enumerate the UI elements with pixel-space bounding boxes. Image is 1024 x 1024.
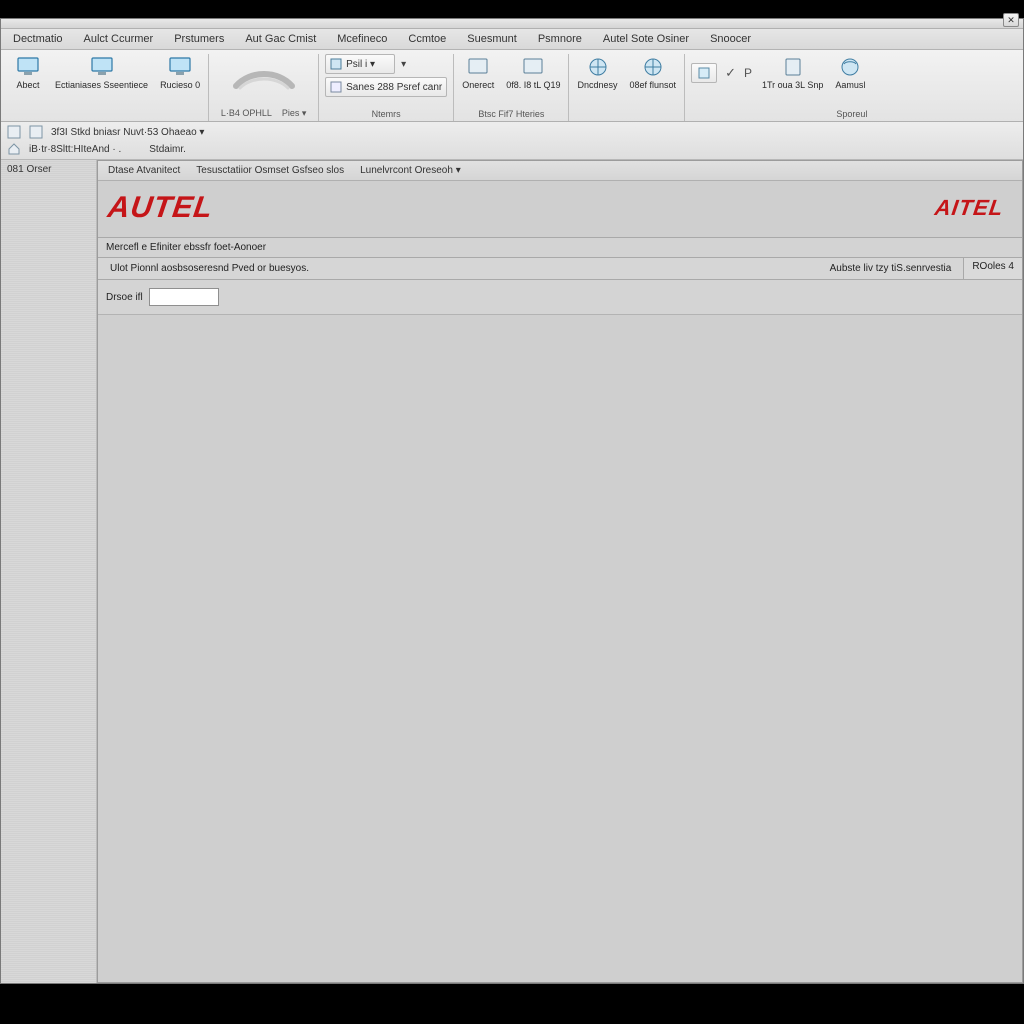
window-close-button[interactable]: ✕ (1003, 13, 1019, 27)
info-row-right: Aubste liv tzy tiS.senrvestia (830, 263, 952, 274)
ribbon-group-caption: Btsc Fif7 Hteries (460, 107, 562, 119)
menu-autelsote[interactable]: Autel Sote Osiner (593, 29, 700, 49)
drsoe-input[interactable] (149, 288, 219, 306)
left-sidebar-label: 081 Orser (1, 160, 96, 179)
subtab-0[interactable]: Dtase Atvanitect (108, 165, 180, 176)
toolbar2-text-a: iB·tr·8Sltt:HIteAnd · . (29, 144, 121, 155)
ribbon-btn-label: Ectianiases Sseentiece (55, 80, 148, 90)
sheet-icon (7, 125, 21, 139)
ribbon-group-4: Dncdnesy 08ef flunsot (569, 54, 685, 121)
section-header: Mercefl e Efiniter ebssfr foet-Aonoer (98, 237, 1022, 258)
home-icon (7, 142, 21, 156)
ribbon-btn-aamusl[interactable]: Aamusl (833, 54, 867, 92)
brand-bar: AUTEL AITEL (98, 181, 1022, 237)
ribbon-btn-troua[interactable]: 1Tr oua 3L Snp (760, 54, 825, 92)
globe-sync-icon (838, 56, 862, 78)
ribbon-btn-label: Rucieso 0 (160, 80, 200, 90)
toolbar2-text-b: Stdaimr. (149, 144, 186, 155)
brand-logo-right: AITEL (934, 195, 1006, 221)
menu-psmnore[interactable]: Psmnore (528, 29, 593, 49)
ribbon-combo-main[interactable]: Sanes 288 Psref canr (325, 77, 447, 97)
check-icon[interactable]: ✓ (725, 65, 736, 81)
menu-ccmtoe[interactable]: Ccmtoe (398, 29, 457, 49)
info-row: Ulot Pionnl aosbsoseresnd Pved or buesyo… (98, 258, 963, 279)
globe-icon (586, 56, 610, 78)
sub-tabs: Dtase Atvanitect Tesusctatiior Osmset Gs… (98, 161, 1022, 181)
ribbon-btn-label: Onerect (462, 80, 494, 90)
image-icon (698, 67, 710, 79)
globe-icon (641, 56, 665, 78)
menu-suesmunt[interactable]: Suesmunt (457, 29, 528, 49)
subtab-2[interactable]: Lunelvrcont Oreseoh ▾ (360, 165, 461, 176)
menu-bar: Dectmatio Aulct Ccurmer Prstumers Aut Ga… (1, 29, 1023, 50)
body-area: 081 Orser Dtase Atvanitect Tesusctatiior… (1, 160, 1023, 983)
monitor-icon (90, 56, 114, 78)
tb-chip-0[interactable] (7, 125, 21, 139)
tb-chip-1[interactable] (29, 125, 43, 139)
menu-aulct[interactable]: Aulct Ccurmer (74, 29, 165, 49)
secondary-toolbar-row-0: 3f3I Stkd bniasr Nuvt·53 Ohaeao ▾ (7, 125, 1017, 139)
combo-main-label: Sanes 288 Psref canr (346, 82, 442, 93)
app-window: ✕ Dectmatio Aulct Ccurmer Prstumers Aut … (0, 18, 1024, 984)
panel-icon (521, 56, 545, 78)
panel-icon (466, 56, 490, 78)
ribbon-btn-ofs[interactable]: 0f8. I8 tL Q19 (504, 54, 562, 92)
ribbon-group-5: ✓ P 1Tr oua 3L Snp Aamusl Sporeul (685, 54, 873, 121)
ribbon-btn-label: Aamusl (835, 80, 865, 90)
ribbon-btn-abect[interactable]: Abect (11, 54, 45, 92)
ribbon-btn-onerect[interactable]: Onerect (460, 54, 496, 92)
document-icon (330, 58, 342, 70)
ribbon-btn-label: Abect (16, 80, 39, 90)
menu-dectmatio[interactable]: Dectmatio (3, 29, 74, 49)
subtab-1[interactable]: Tesusctatiior Osmset Gsfseo slos (196, 165, 344, 176)
info-row-left: Ulot Pionnl aosbsoseresnd Pved or buesyo… (110, 263, 309, 274)
ribbon-subtext: L·B4 OPHLL (221, 108, 272, 118)
page-icon (330, 81, 342, 93)
content-panel: Dtase Atvanitect Tesusctatiior Osmset Gs… (97, 160, 1023, 983)
secondary-toolbar: 3f3I Stkd bniasr Nuvt·53 Ohaeao ▾ iB·tr·… (1, 122, 1023, 160)
status-cell: ROoles 4 (963, 258, 1022, 279)
ribbon-btn-dncdnesy[interactable]: Dncdnesy (575, 54, 619, 92)
ribbon-btn-ectian[interactable]: Ectianiases Sseentiece (53, 54, 150, 92)
ribbon-group-0: Abect Ectianiases Sseentiece Rucieso 0 (5, 54, 209, 121)
input-row: Drsoe ifl (98, 280, 1022, 315)
ribbon-btn-label: 0f8. I8 tL Q19 (506, 80, 560, 90)
toolbar2-text: 3f3I Stkd bniasr Nuvt·53 Ohaeao ▾ (51, 127, 204, 138)
ribbon-btn-flunsot[interactable]: 08ef flunsot (628, 54, 679, 92)
monitor-icon (16, 56, 40, 78)
chevron-down-icon[interactable]: ▾ (399, 59, 408, 70)
left-sidebar: 081 Orser (1, 160, 97, 983)
ribbon-btn-label: 1Tr oua 3L Snp (762, 80, 823, 90)
ribbon-group-caption: Sporeul (691, 107, 867, 119)
input-label: Drsoe ifl (106, 292, 143, 303)
ribbon-group-3: Onerect 0f8. I8 tL Q19 Btsc Fif7 Hteries (454, 54, 569, 121)
ribbon-group-2: Psil i ▾ ▾ Sanes 288 Psref canr Ntemrs (319, 54, 454, 121)
computer-icon (168, 56, 192, 78)
brand-logo-left: AUTEL (106, 191, 216, 225)
ribbon-combo-prefix[interactable]: Psil i ▾ (325, 54, 395, 74)
secondary-toolbar-row-1: iB·tr·8Sltt:HIteAnd · . Stdaimr. (7, 142, 1017, 156)
ribbon-toggle-box[interactable] (691, 63, 717, 83)
title-bar: ✕ (1, 19, 1023, 29)
menu-prstumers[interactable]: Prstumers (164, 29, 235, 49)
ribbon-btn-label: 08ef flunsot (630, 80, 677, 90)
device-icon (781, 56, 805, 78)
menu-snoocer[interactable]: Snoocer (700, 29, 762, 49)
tb-chip-2[interactable] (7, 142, 21, 156)
ribbon-btn-label: Dncdnesy (577, 80, 617, 90)
letter-p-label: P (744, 66, 752, 80)
ribbon-group-caption: Ntemrs (325, 107, 447, 119)
ribbon-toolbar: Abect Ectianiases Sseentiece Rucieso 0 L… (1, 50, 1023, 122)
ribbon-group-1: L·B4 OPHLL Pies ▾ (209, 54, 319, 121)
ribbon-btn-rucieso[interactable]: Rucieso 0 (158, 54, 202, 92)
menu-mcefineco[interactable]: Mcefineco (327, 29, 398, 49)
sheet-icon (29, 125, 43, 139)
empty-canvas (98, 315, 1022, 982)
combo-prefix-label: Psil i ▾ (346, 59, 375, 70)
ribbon-pes-dropdown[interactable]: Pies ▾ (282, 108, 307, 119)
menu-autgac[interactable]: Aut Gac Cmist (235, 29, 327, 49)
swoosh-icon (232, 64, 296, 98)
